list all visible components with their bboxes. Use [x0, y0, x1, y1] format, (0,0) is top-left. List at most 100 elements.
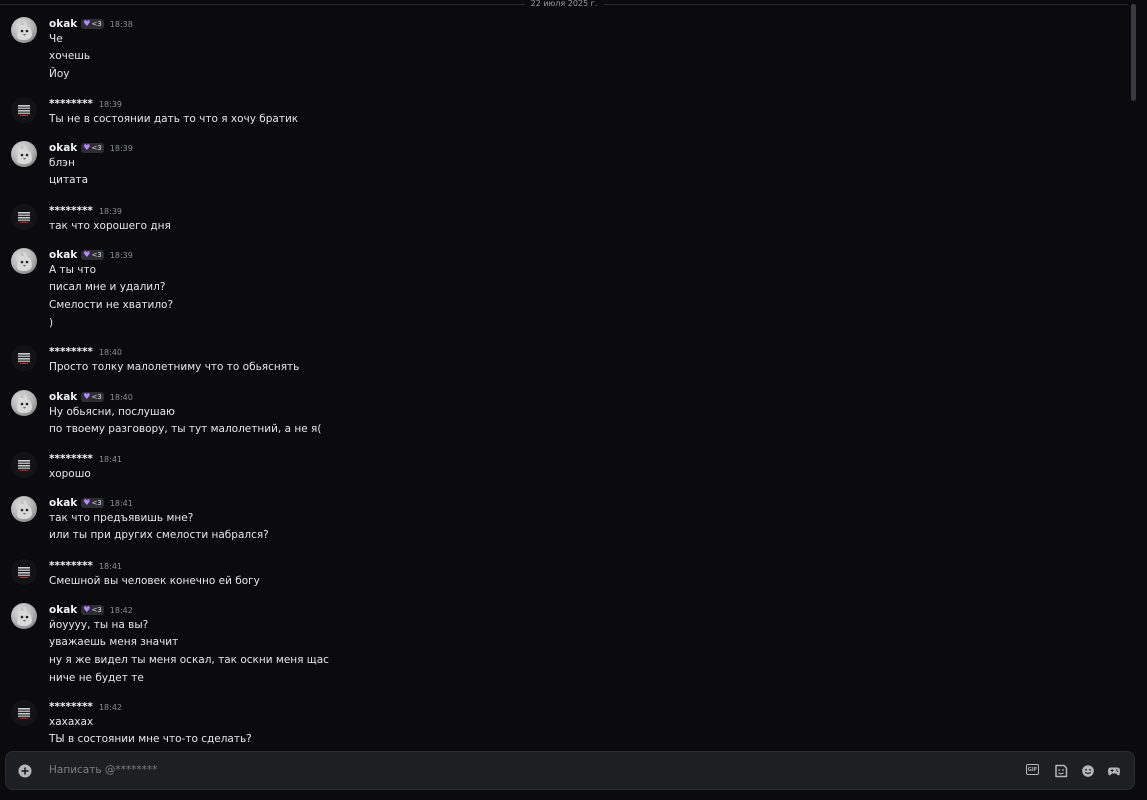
message-text: Ты не в состоянии дать то что я хочу бра… [49, 112, 299, 125]
message-group[interactable]: ******** 18:41 Смешной вы человек конечно … [0, 559, 1128, 591]
gif-button[interactable]: GIF [1026, 764, 1039, 775]
text-logo-avatar-image [18, 567, 30, 578]
emoji-icon [1082, 765, 1094, 777]
user-tag-badge[interactable]: ♥ <3 [81, 250, 104, 260]
user-tag-text: <3 [91, 251, 102, 259]
username[interactable]: ******** [49, 205, 93, 217]
message-header: ******** 18:41 [49, 452, 122, 466]
message-timestamp: 18:42 [109, 605, 133, 615]
avatar[interactable] [11, 700, 37, 726]
cat-avatar-image [17, 393, 32, 413]
message-text: Йоу [49, 67, 70, 80]
avatar[interactable] [11, 97, 37, 123]
message-group[interactable]: okak ♥ <3 18:42 йоуууу, ты на вы? уважаешь ме… [0, 603, 1128, 688]
add-attachment-button[interactable] [18, 763, 32, 778]
message-text: А ты что [49, 263, 97, 276]
message-header: ******** 18:39 [49, 204, 122, 218]
message-header: ******** 18:39 [49, 97, 122, 111]
message-timestamp: 18:39 [109, 143, 133, 153]
message-timestamp: 18:42 [98, 702, 122, 712]
date-divider-label: 22 июля 2025 г. [524, 0, 604, 8]
username[interactable]: okak [49, 604, 77, 616]
message-input[interactable] [49, 761, 949, 779]
message-group[interactable]: okak ♥ <3 18:40 Ну обьясни, послушаю по твоем… [0, 390, 1128, 440]
message-text: хочешь [49, 50, 91, 63]
text-logo-avatar-image [18, 353, 30, 364]
message-text: Смелости не хватило? [49, 298, 174, 311]
message-timestamp: 18:40 [109, 392, 133, 402]
username[interactable]: ******** [49, 701, 93, 713]
avatar[interactable] [11, 345, 37, 371]
message-group[interactable]: ******** 18:42 хахахах ТЫ в состоянии мне ч… [0, 700, 1128, 750]
avatar[interactable] [11, 559, 37, 585]
message-timestamp: 18:39 [98, 99, 122, 109]
heart-icon: ♥ [83, 605, 91, 614]
user-tag-badge[interactable]: ♥ <3 [81, 392, 104, 402]
message-header: okak ♥ <3 18:42 [49, 603, 133, 617]
avatar[interactable] [11, 204, 37, 230]
avatar[interactable] [11, 603, 37, 629]
message-text: ну я же видел ты меня оскал, так оскни м… [49, 653, 329, 666]
message-header: okak ♥ <3 18:39 [49, 248, 133, 262]
message-group[interactable]: ******** 18:41 хорошо [0, 452, 1128, 484]
username[interactable]: okak [49, 497, 77, 509]
bottom-strip [0, 792, 1147, 800]
heart-icon: ♥ [83, 498, 91, 507]
message-header: okak ♥ <3 18:41 [49, 496, 133, 510]
username[interactable]: ******** [49, 98, 93, 110]
emoji-button[interactable] [1081, 763, 1095, 777]
username[interactable]: okak [49, 249, 77, 261]
user-tag-badge[interactable]: ♥ <3 [81, 19, 104, 29]
username[interactable]: okak [49, 142, 77, 154]
message-text: так что хорошего дня [49, 219, 171, 232]
user-tag-text: <3 [91, 144, 102, 152]
message-group[interactable]: okak ♥ <3 18:41 так что предъявишь мне? или т… [0, 496, 1128, 546]
message-group[interactable]: okak ♥ <3 18:39 А ты что писал мне и удалил? С… [0, 248, 1128, 333]
username[interactable]: okak [49, 391, 77, 403]
user-tag-badge[interactable]: ♥ <3 [81, 143, 104, 153]
avatar[interactable] [11, 248, 37, 274]
avatar[interactable] [11, 496, 37, 522]
avatar[interactable] [11, 452, 37, 478]
message-text: хорошо [49, 467, 91, 480]
text-logo-avatar-image [18, 105, 30, 116]
message-text: так что предъявишь мне? [49, 511, 194, 524]
apps-button[interactable] [1107, 763, 1121, 777]
username[interactable]: okak [49, 18, 77, 30]
message-group[interactable]: ******** 18:39 Ты не в состоянии дать то ч… [0, 97, 1128, 129]
username[interactable]: ******** [49, 346, 93, 358]
message-header: ******** 18:41 [49, 559, 122, 573]
message-text: Ну обьясни, послушаю [49, 405, 175, 418]
avatar[interactable] [11, 390, 37, 416]
message-group[interactable]: okak ♥ <3 18:39 блэн цитата [0, 141, 1128, 191]
avatar[interactable] [11, 141, 37, 167]
message-group[interactable]: okak ♥ <3 18:38 Че хочешь Йоу [0, 17, 1128, 85]
message-text: хахахах [49, 715, 94, 728]
scrollbar-thumb[interactable] [1131, 4, 1136, 101]
dm-chat-window: 22 июля 2025 г. okak ♥ <3 18:38 Че хочешь Йоу *… [0, 0, 1147, 800]
gif-icon: GIF [1027, 767, 1038, 773]
text-logo-avatar-image [18, 212, 30, 223]
username[interactable]: ******** [49, 453, 93, 465]
message-text: Смешной вы человек конечно ей богу [49, 574, 260, 587]
message-composer: GIF [5, 751, 1135, 790]
heart-icon: ♥ [83, 19, 91, 28]
message-text: блэн [49, 156, 75, 169]
message-timestamp: 18:39 [109, 250, 133, 260]
heart-icon: ♥ [83, 143, 91, 152]
avatar[interactable] [11, 17, 37, 43]
message-group[interactable]: ******** 18:39 так что хорошего дня [0, 204, 1128, 236]
cat-avatar-image [17, 20, 32, 40]
message-text: по твоему разговору, ты тут малолетний, … [49, 423, 322, 436]
user-tag-badge[interactable]: ♥ <3 [81, 605, 104, 615]
username[interactable]: ******** [49, 560, 93, 572]
message-timestamp: 18:41 [109, 498, 133, 508]
message-timestamp: 18:41 [98, 561, 122, 571]
date-divider: 22 июля 2025 г. [0, 0, 1128, 8]
user-tag-badge[interactable]: ♥ <3 [81, 498, 104, 508]
message-group[interactable]: ******** 18:40 Просто толку малолетниму чт… [0, 345, 1128, 377]
sticker-button[interactable] [1054, 763, 1068, 778]
message-text: цитата [49, 174, 89, 187]
message-text: уважаешь меня значит [49, 636, 179, 649]
text-logo-avatar-image [18, 708, 30, 719]
